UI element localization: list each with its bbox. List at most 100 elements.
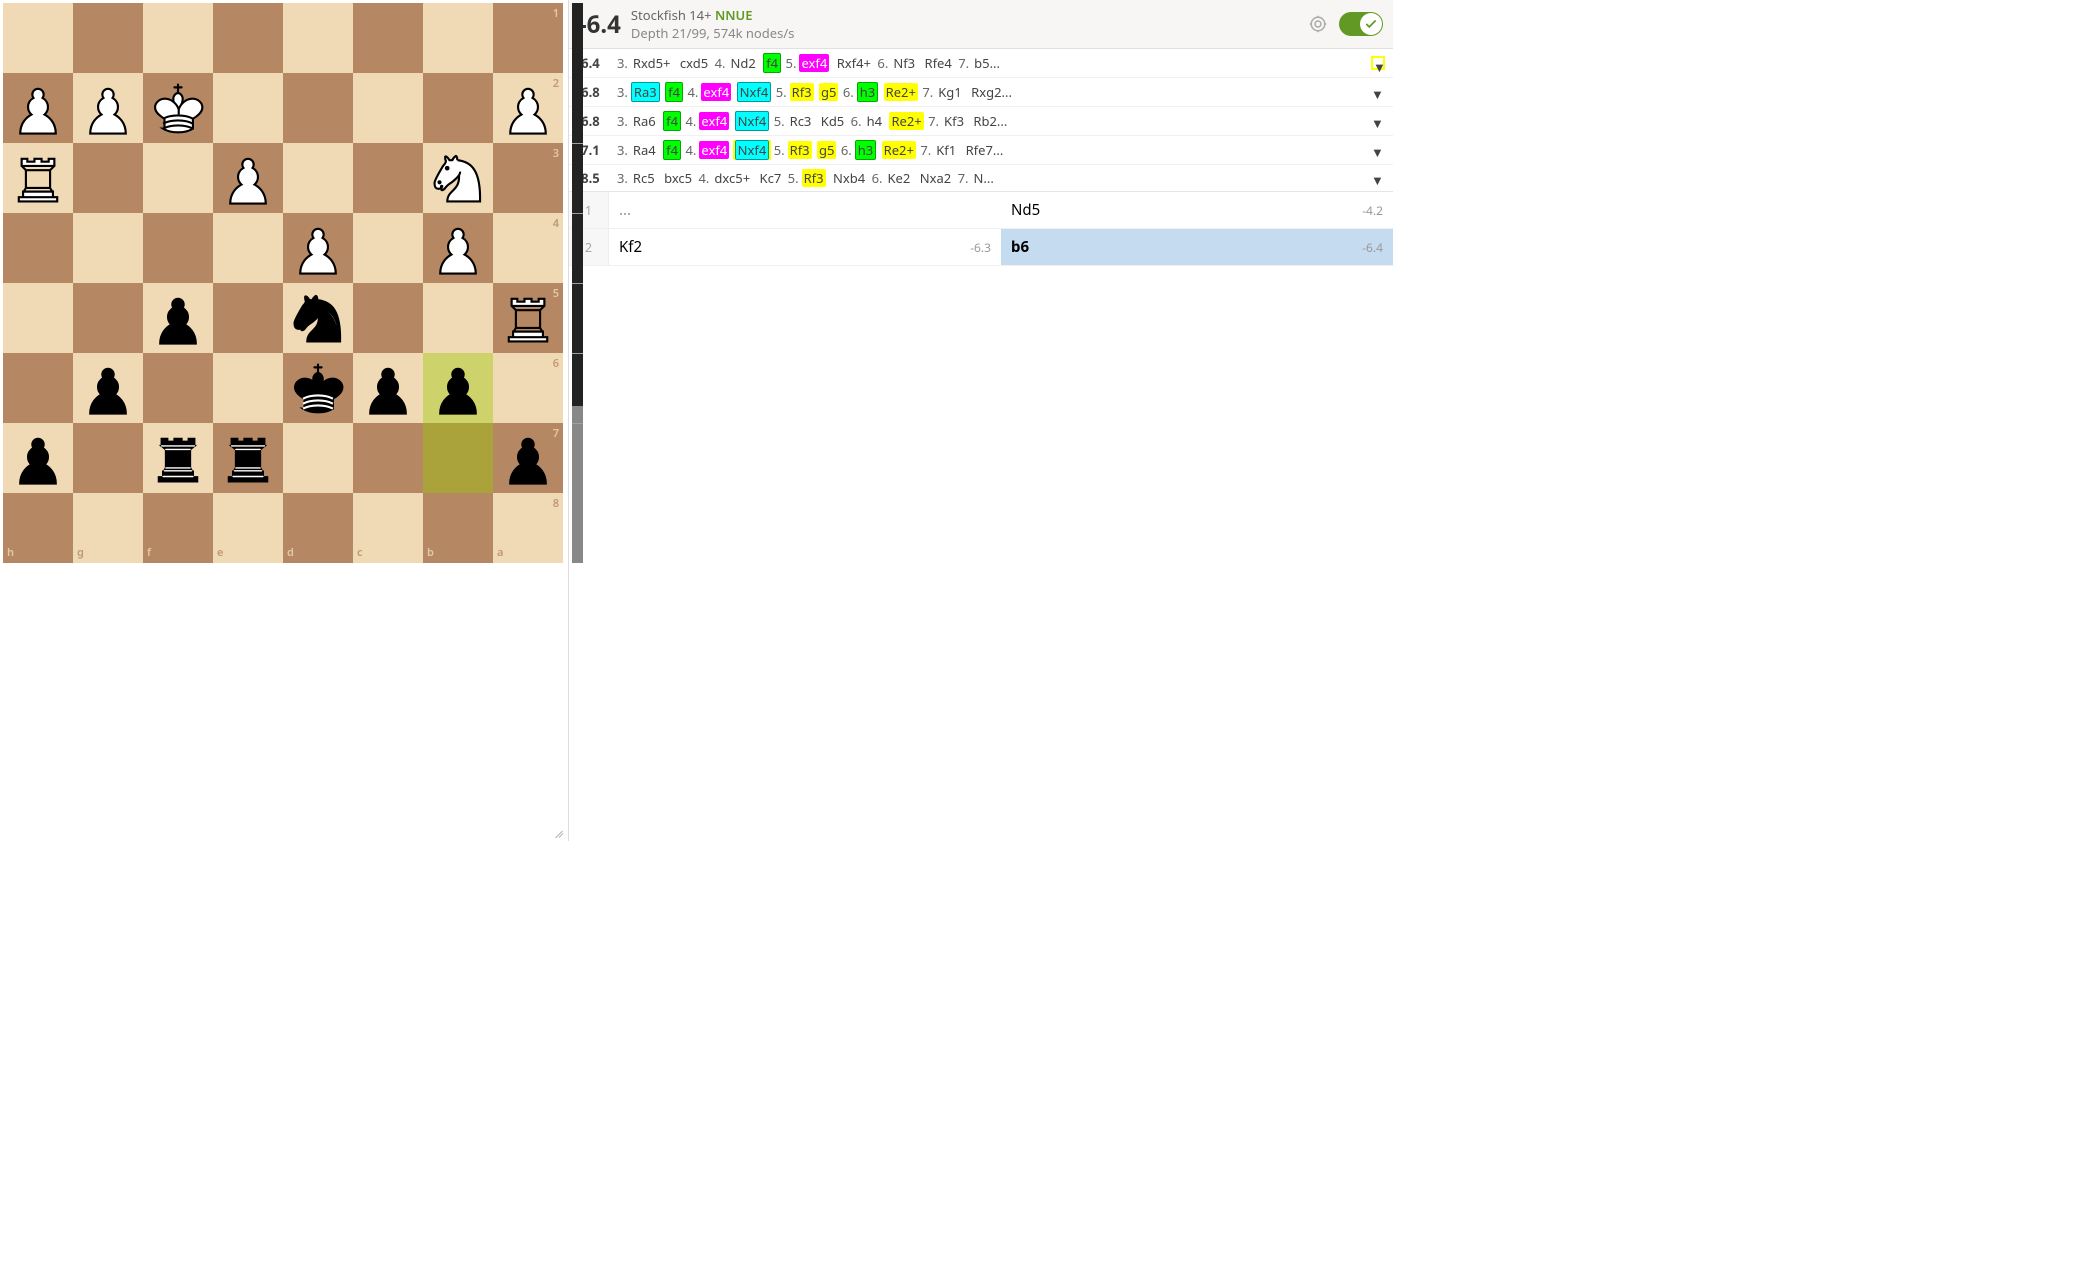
square-h4[interactable] bbox=[3, 213, 73, 283]
square-g8[interactable]: g bbox=[73, 493, 143, 563]
piece-bp[interactable] bbox=[6, 426, 70, 490]
square-d5[interactable] bbox=[283, 283, 353, 353]
square-g6[interactable] bbox=[73, 353, 143, 423]
move-1b[interactable]: Nd5-4.2 bbox=[1001, 192, 1393, 228]
piece-bp[interactable] bbox=[426, 356, 490, 420]
pv-line-4[interactable]: -8.53.Rc5 bxc5 4.dxc5+ Kc7 5.Rf3 Nxb4 6.… bbox=[569, 165, 1393, 191]
square-f3[interactable] bbox=[143, 143, 213, 213]
piece-br[interactable] bbox=[216, 426, 280, 490]
square-f8[interactable]: f bbox=[143, 493, 213, 563]
square-h7[interactable] bbox=[3, 423, 73, 493]
square-b5[interactable] bbox=[423, 283, 493, 353]
square-d3[interactable] bbox=[283, 143, 353, 213]
square-d7[interactable] bbox=[283, 423, 353, 493]
square-e5[interactable] bbox=[213, 283, 283, 353]
square-b3[interactable] bbox=[423, 143, 493, 213]
square-c4[interactable] bbox=[353, 213, 423, 283]
pv-line-0[interactable]: -6.43.Rxd5+ cxd5 4.Nd2 f4 5.exf4 Rxf4+ 6… bbox=[569, 49, 1393, 78]
square-g7[interactable] bbox=[73, 423, 143, 493]
pv-expand-icon[interactable]: ▼ bbox=[1371, 114, 1385, 128]
piece-wp[interactable] bbox=[216, 146, 280, 210]
square-e7[interactable] bbox=[213, 423, 283, 493]
square-f1[interactable] bbox=[143, 3, 213, 73]
square-b8[interactable]: b bbox=[423, 493, 493, 563]
square-e3[interactable] bbox=[213, 143, 283, 213]
piece-wr[interactable] bbox=[496, 286, 560, 350]
move-2b[interactable]: b6-6.4 bbox=[1001, 229, 1393, 265]
pv-expand-icon[interactable]: ▼ bbox=[1371, 171, 1385, 185]
move-2w[interactable]: Kf2-6.3 bbox=[609, 229, 1001, 265]
piece-bp[interactable] bbox=[496, 426, 560, 490]
square-g3[interactable] bbox=[73, 143, 143, 213]
pv-expand-icon[interactable]: ▼ bbox=[1371, 85, 1385, 99]
square-e1[interactable] bbox=[213, 3, 283, 73]
square-c6[interactable] bbox=[353, 353, 423, 423]
square-e2[interactable] bbox=[213, 73, 283, 143]
square-c3[interactable] bbox=[353, 143, 423, 213]
square-b6[interactable] bbox=[423, 353, 493, 423]
square-c7[interactable] bbox=[353, 423, 423, 493]
piece-wp[interactable] bbox=[6, 76, 70, 140]
square-c1[interactable] bbox=[353, 3, 423, 73]
square-b1[interactable] bbox=[423, 3, 493, 73]
square-b4[interactable] bbox=[423, 213, 493, 283]
square-f2[interactable] bbox=[143, 73, 213, 143]
square-h5[interactable] bbox=[3, 283, 73, 353]
square-h2[interactable] bbox=[3, 73, 73, 143]
engine-toggle[interactable] bbox=[1339, 12, 1383, 36]
square-a7[interactable]: 7 bbox=[493, 423, 563, 493]
square-d8[interactable]: d bbox=[283, 493, 353, 563]
square-e6[interactable] bbox=[213, 353, 283, 423]
square-g5[interactable] bbox=[73, 283, 143, 353]
square-h8[interactable]: h bbox=[3, 493, 73, 563]
square-d4[interactable] bbox=[283, 213, 353, 283]
piece-bp[interactable] bbox=[146, 286, 210, 350]
pv-expand-icon[interactable]: ▼ bbox=[1371, 143, 1385, 157]
square-f5[interactable] bbox=[143, 283, 213, 353]
square-f4[interactable] bbox=[143, 213, 213, 283]
square-a1[interactable]: 1 bbox=[493, 3, 563, 73]
square-c5[interactable] bbox=[353, 283, 423, 353]
piece-wp[interactable] bbox=[76, 76, 140, 140]
piece-wp[interactable] bbox=[286, 216, 350, 280]
square-f7[interactable] bbox=[143, 423, 213, 493]
square-d2[interactable] bbox=[283, 73, 353, 143]
piece-bk[interactable] bbox=[286, 356, 350, 420]
threat-target-icon[interactable] bbox=[1309, 15, 1327, 33]
square-g1[interactable] bbox=[73, 3, 143, 73]
piece-bp[interactable] bbox=[76, 356, 140, 420]
square-a5[interactable]: 5 bbox=[493, 283, 563, 353]
square-g4[interactable] bbox=[73, 213, 143, 283]
piece-bn[interactable] bbox=[286, 286, 350, 350]
piece-wp[interactable] bbox=[426, 216, 490, 280]
chess-board[interactable]: 1234567 hgfedcb8a bbox=[3, 3, 563, 563]
square-a6[interactable]: 6 bbox=[493, 353, 563, 423]
square-h1[interactable] bbox=[3, 3, 73, 73]
square-a3[interactable]: 3 bbox=[493, 143, 563, 213]
piece-br[interactable] bbox=[146, 426, 210, 490]
square-b2[interactable] bbox=[423, 73, 493, 143]
piece-wp[interactable] bbox=[496, 76, 560, 140]
square-c8[interactable]: c bbox=[353, 493, 423, 563]
square-h6[interactable] bbox=[3, 353, 73, 423]
square-a8[interactable]: 8a bbox=[493, 493, 563, 563]
pv-line-1[interactable]: -6.83.Ra3 f4 4.exf4 Nxf4 5.Rf3 g5 6.h3 R… bbox=[569, 78, 1393, 107]
piece-wk[interactable] bbox=[146, 76, 210, 140]
piece-wr[interactable] bbox=[6, 146, 70, 210]
square-d1[interactable] bbox=[283, 3, 353, 73]
piece-bp[interactable] bbox=[356, 356, 420, 420]
pv-line-3[interactable]: -7.13.Ra4 f4 4.exf4 Nxf4 5.Rf3 g5 6.h3 R… bbox=[569, 136, 1393, 165]
square-c2[interactable] bbox=[353, 73, 423, 143]
square-h3[interactable] bbox=[3, 143, 73, 213]
board-resize-handle[interactable] bbox=[550, 823, 564, 837]
piece-wn[interactable] bbox=[426, 146, 490, 210]
square-a4[interactable]: 4 bbox=[493, 213, 563, 283]
square-e8[interactable]: e bbox=[213, 493, 283, 563]
pv-line-2[interactable]: -6.83.Ra6 f4 4.exf4 Nxf4 5.Rc3 Kd5 6.h4 … bbox=[569, 107, 1393, 136]
square-g2[interactable] bbox=[73, 73, 143, 143]
square-d6[interactable] bbox=[283, 353, 353, 423]
pv-expand-icon[interactable]: ▼ bbox=[1371, 56, 1385, 70]
square-b7[interactable] bbox=[423, 423, 493, 493]
square-f6[interactable] bbox=[143, 353, 213, 423]
square-a2[interactable]: 2 bbox=[493, 73, 563, 143]
